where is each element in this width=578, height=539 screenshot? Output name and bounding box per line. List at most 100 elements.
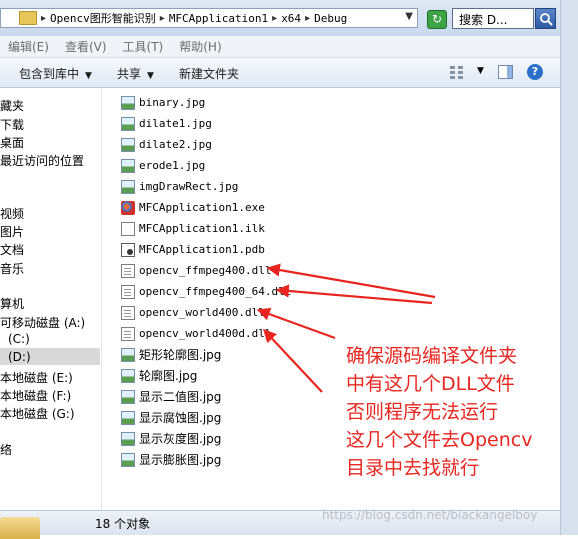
file-item[interactable]: MFCApplication1.exe [121,198,265,217]
share-button[interactable]: 共享 ▼ [117,65,154,82]
preview-pane-icon[interactable] [498,65,513,79]
file-item[interactable]: opencv_world400.dll [121,303,265,322]
image-file-icon [121,389,135,404]
watermark: https://blog.csdn.net/blackangelboy [322,508,538,522]
search-icon [540,13,553,26]
search-input[interactable]: 搜索 D... [452,8,534,29]
image-file-icon [121,368,135,383]
file-name: MFCApplication1.pdb [139,243,265,256]
ilk-file-icon [121,221,135,236]
image-file-icon [121,431,135,446]
dll-file-icon [121,263,135,278]
file-item[interactable]: opencv_world400d.dll [121,324,271,343]
chevron-down-icon: ▼ [85,71,92,81]
nav-item[interactable]: 音乐 [0,260,24,277]
file-item[interactable]: erode1.jpg [121,156,205,175]
file-name: dilate2.jpg [139,138,212,151]
chevron-right-icon: ▸ [41,12,47,24]
nav-item[interactable]: (C:) [8,332,30,346]
annotation-text: 这几个文件去Opencv [346,429,533,451]
nav-item[interactable]: 图片 [0,223,24,240]
file-item[interactable]: 显示腐蚀图.jpg [121,408,221,427]
annotation-text: 否则程序无法运行 [346,401,499,423]
nav-item[interactable]: 算机 [0,295,24,312]
file-name: 显示灰度图.jpg [139,432,222,446]
chevron-down-icon: ▼ [147,71,154,81]
breadcrumb-item[interactable]: Opencv图形智能识别 [50,10,156,26]
file-item[interactable]: opencv_ffmpeg400.dll [121,261,271,280]
new-folder-button[interactable]: 新建文件夹 [179,65,239,82]
nav-item[interactable]: 本地磁盘 (E:) [0,369,73,386]
nav-item[interactable]: 本地磁盘 (F:) [0,387,71,404]
image-file-icon [121,179,135,194]
refresh-button[interactable]: ↻ [427,10,447,29]
file-name: opencv_world400.dll [139,306,265,319]
image-file-icon [121,347,135,362]
file-item[interactable]: binary.jpg [121,93,205,112]
pane-splitter[interactable] [101,88,116,510]
file-name: 轮廓图.jpg [139,369,198,383]
file-item[interactable]: MFCApplication1.ilk [121,219,265,238]
file-item[interactable]: 矩形轮廓图.jpg [121,345,221,364]
chevron-down-icon[interactable]: ▼ [477,66,484,76]
menu-help[interactable]: 帮助(H) [179,38,221,55]
breadcrumb-item[interactable]: Debug [314,12,347,25]
nav-item[interactable]: 下载 [0,116,24,133]
file-item[interactable]: opencv_ffmpeg400_64.dll [121,282,291,301]
command-bar: 包含到库中 ▼ 共享 ▼ 新建文件夹 ▼ ? [0,58,560,88]
file-name: imgDrawRect.jpg [139,180,239,193]
navigation-pane: 藏夹 下载 桌面 最近访问的位置 视频 图片 文档 音乐 算机 可移动磁盘 (A… [0,88,101,510]
file-item[interactable]: dilate2.jpg [121,135,212,154]
dll-file-icon [121,326,135,341]
nav-item[interactable]: 最近访问的位置 [0,152,84,169]
nav-item[interactable]: 本地磁盘 (G:) [0,405,75,422]
file-item[interactable]: dilate1.jpg [121,114,212,133]
address-bar[interactable]: ▸ Opencv图形智能识别 ▸ MFCApplication1 ▸ x64 ▸… [0,8,418,28]
file-item[interactable]: imgDrawRect.jpg [121,177,238,196]
address-bar-row: ▸ Opencv图形智能识别 ▸ MFCApplication1 ▸ x64 ▸… [0,0,578,36]
nav-item[interactable]: 桌面 [0,134,24,151]
image-file-icon [121,158,135,173]
file-item[interactable]: 显示膨胀图.jpg [121,450,221,469]
nav-item[interactable]: 视频 [0,205,24,222]
breadcrumb-item[interactable]: x64 [281,12,301,25]
window-edge [560,0,578,535]
breadcrumb-item[interactable]: MFCApplication1 [169,12,268,25]
dll-file-icon [121,284,135,299]
menu-view[interactable]: 查看(V) [65,38,107,55]
nav-item[interactable]: 藏夹 [0,97,24,114]
chevron-down-icon[interactable]: ▼ [405,11,413,22]
menu-edit[interactable]: 编辑(E) [8,38,49,55]
nav-item[interactable]: 可移动磁盘 (A:) [0,314,85,331]
image-file-icon [121,410,135,425]
image-file-icon [121,137,135,152]
nav-item[interactable]: 络 [0,441,12,458]
file-name: erode1.jpg [139,159,206,172]
menu-bar: 编辑(E) 查看(V) 工具(T) 帮助(H) [0,36,560,58]
file-name: MFCApplication1.exe [139,201,265,214]
folder-icon [0,517,40,539]
file-name: 矩形轮廓图.jpg [139,348,222,362]
file-name: binary.jpg [139,96,206,109]
image-file-icon [121,95,135,110]
file-name: 显示二值图.jpg [139,390,222,404]
file-item[interactable]: 显示二值图.jpg [121,387,221,406]
file-name: opencv_ffmpeg400_64.dll [139,285,292,298]
image-file-icon [121,116,135,131]
file-item[interactable]: 轮廓图.jpg [121,366,197,385]
search-button[interactable] [535,8,556,29]
file-item[interactable]: MFCApplication1.pdb [121,240,265,259]
item-count: 18 个对象 [95,517,151,531]
chevron-right-icon: ▸ [305,12,311,24]
include-in-library-button[interactable]: 包含到库中 ▼ [19,65,92,82]
view-options-icon[interactable] [450,65,464,79]
pdb-file-icon [121,242,135,257]
menu-tools[interactable]: 工具(T) [123,38,164,55]
file-item[interactable]: 显示灰度图.jpg [121,429,221,448]
nav-item[interactable]: 文档 [0,241,24,258]
nav-item-selected[interactable]: (D:) [8,350,31,364]
help-icon[interactable]: ? [527,64,543,80]
annotation-text: 中有这几个DLL文件 [346,373,515,395]
annotation-text: 确保源码编译文件夹 [346,345,518,367]
dll-file-icon [121,305,135,320]
